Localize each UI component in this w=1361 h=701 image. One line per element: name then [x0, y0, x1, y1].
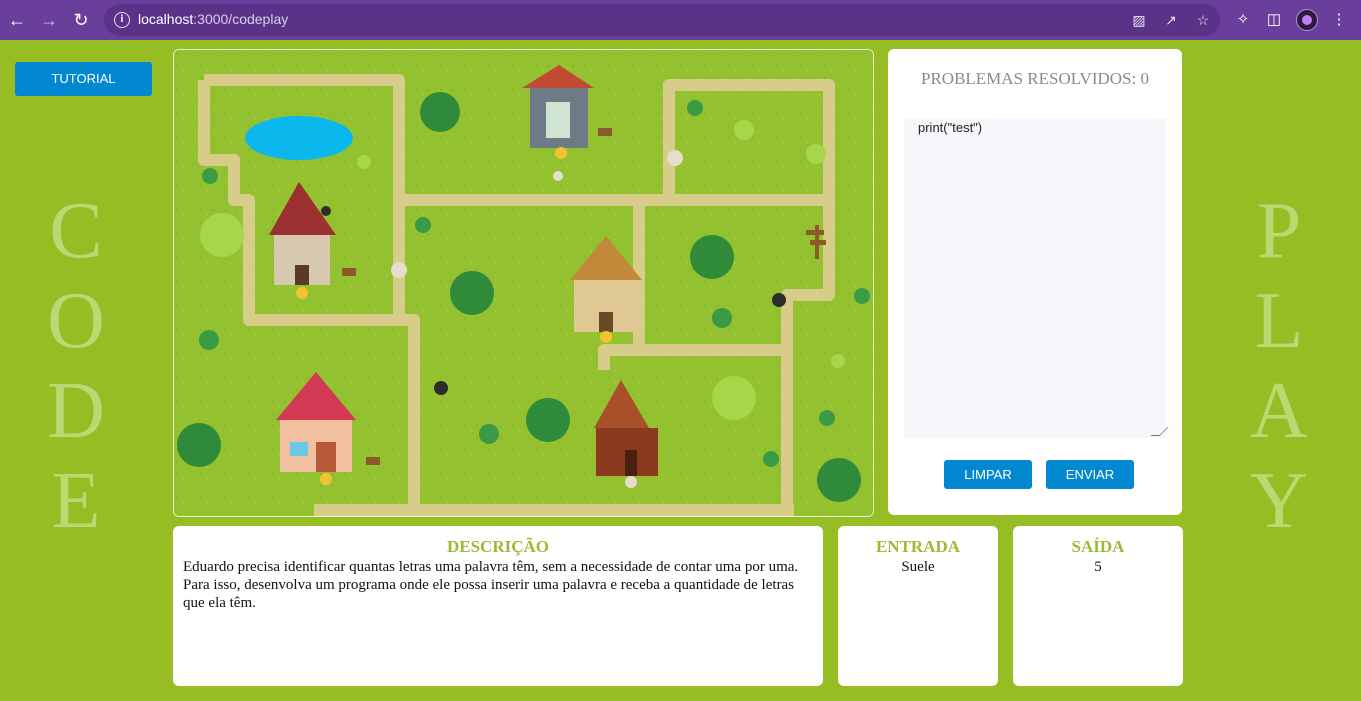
- resize-handle-icon[interactable]: [1150, 427, 1169, 436]
- description-title: DESCRIÇÃO: [446, 537, 550, 556]
- side-letter: A: [1250, 367, 1308, 455]
- code-editor[interactable]: print("test"): [904, 118, 1169, 438]
- send-button[interactable]: ENVIAR: [1046, 460, 1134, 489]
- forward-icon[interactable]: →: [37, 8, 61, 32]
- description-card: DESCRIÇÃO Eduardo precisa identificar qu…: [173, 526, 823, 686]
- url-path: :3000/codeplay: [193, 11, 289, 27]
- side-letter: E: [51, 457, 101, 545]
- address-bar[interactable]: i localhost:3000/codeplay ▨ ↗ ☆: [104, 4, 1220, 36]
- extensions-icon[interactable]: ✧: [1232, 9, 1254, 31]
- reload-icon[interactable]: ↻: [69, 8, 93, 32]
- url-text[interactable]: localhost:3000/codeplay: [138, 11, 288, 27]
- site-info-icon[interactable]: i: [114, 12, 130, 28]
- bookmark-star-icon[interactable]: ☆: [1194, 11, 1212, 29]
- side-panel-icon[interactable]: ◫: [1263, 9, 1285, 31]
- share-icon[interactable]: ↗: [1162, 11, 1180, 29]
- problems-solved-counter: PROBLEMAS RESOLVIDOS: 0: [921, 69, 1149, 88]
- output-card: SAÍDA 5: [1013, 526, 1183, 686]
- input-title: ENTRADA: [875, 537, 961, 556]
- input-value: Suele: [901, 559, 935, 575]
- pond: [245, 116, 353, 160]
- side-letter: C: [49, 187, 103, 275]
- url-host: localhost: [138, 11, 194, 27]
- output-title: SAÍDA: [1071, 537, 1125, 556]
- game-map[interactable]: [173, 49, 874, 517]
- side-letter: Y: [1250, 457, 1308, 545]
- code-text: print("test"): [918, 120, 983, 135]
- side-letter: O: [47, 277, 105, 365]
- output-value: 5: [1094, 559, 1102, 575]
- map-canvas: [174, 50, 873, 516]
- description-text: Eduardo precisa identificar quantas letr…: [183, 559, 799, 611]
- menu-kebab-icon[interactable]: ⋮: [1328, 9, 1350, 31]
- side-letter: L: [1254, 277, 1304, 365]
- side-letter: P: [1256, 187, 1302, 275]
- translate-icon[interactable]: ▨: [1130, 11, 1148, 29]
- browser-toolbar: ← → ↻ i localhost:3000/codeplay ▨ ↗ ☆ ✧ …: [0, 0, 1361, 40]
- input-card: ENTRADA Suele: [838, 526, 998, 686]
- tutorial-button[interactable]: TUTORIAL: [15, 62, 152, 96]
- editor-panel: PROBLEMAS RESOLVIDOS: 0 print("test") LI…: [888, 49, 1182, 515]
- back-icon[interactable]: ←: [5, 8, 29, 32]
- profile-avatar[interactable]: [1296, 9, 1318, 31]
- side-letter: D: [47, 367, 105, 455]
- clear-button[interactable]: LIMPAR: [944, 460, 1032, 489]
